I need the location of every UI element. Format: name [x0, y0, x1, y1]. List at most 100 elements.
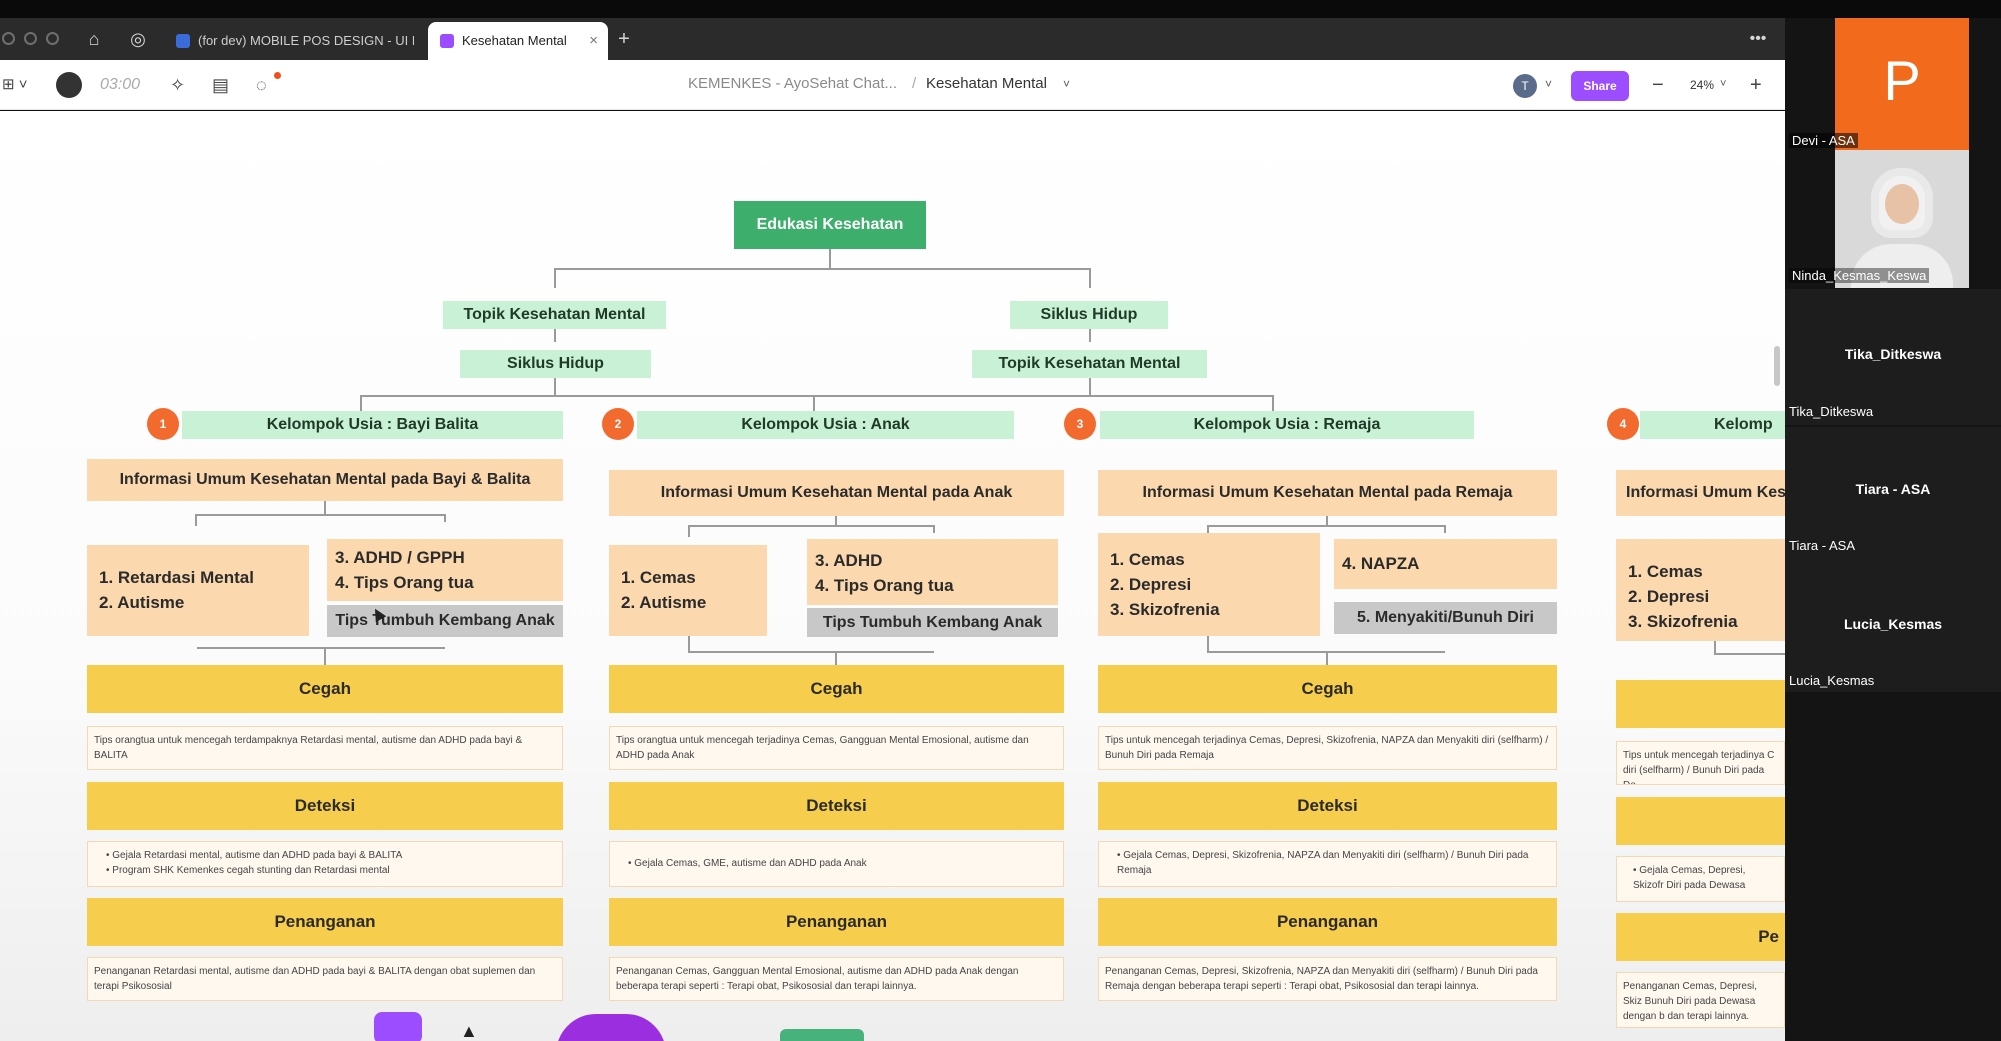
home-icon[interactable]: ⌂	[80, 26, 108, 52]
connector	[688, 651, 934, 653]
share-button[interactable]: Share	[1571, 71, 1629, 101]
cegah-note[interactable]: Tips orangtua untuk mencegah terdampakny…	[87, 726, 563, 770]
timer-icon[interactable]	[56, 72, 82, 98]
connector	[1444, 525, 1446, 533]
tab-label: Kesehatan Mental	[462, 33, 567, 48]
info-box[interactable]: Informasi Umum Kesehatan Mental pada Rem…	[1098, 470, 1557, 516]
deteksi-box[interactable]: Deteksi	[1098, 782, 1557, 830]
breadcrumb-page[interactable]: Kesehatan Mental	[926, 75, 1047, 92]
connector	[554, 268, 1090, 270]
canvas-scrollbar[interactable]	[1774, 346, 1780, 386]
list-item: 4. Tips Orang tua	[815, 576, 954, 595]
deteksi-note[interactable]: • Gejala Cemas, Depresi, Skizofrenia, NA…	[1098, 841, 1557, 887]
list-item: 3. Skizofrenia	[1628, 612, 1738, 631]
age-group-header[interactable]: Kelompok Usia : Anak	[637, 411, 1014, 439]
tips-box[interactable]: Tips Tumbuh Kembang Anak	[807, 608, 1058, 637]
tab-kesehatan-mental[interactable]: Kesehatan Mental ×	[428, 22, 608, 60]
avatar[interactable]: T	[1513, 74, 1537, 98]
info-box[interactable]: Informasi Umum Kes	[1616, 470, 1785, 516]
connector	[835, 651, 837, 665]
shape-tool[interactable]	[556, 1014, 666, 1041]
penanganan-box[interactable]: Pe	[1616, 913, 1785, 961]
cegah-box[interactable]: Cegah	[87, 665, 563, 713]
root-node[interactable]: Edukasi Kesehatan	[734, 201, 926, 249]
connector	[688, 525, 934, 527]
age-group-header[interactable]: Kelomp	[1640, 411, 1785, 439]
bullet-item: • Gejala Retardasi mental, autisme dan A…	[106, 850, 403, 861]
tips-box[interactable]: Tips Tumbuh Kembang Anak	[327, 605, 563, 637]
deteksi-box[interactable]: Deteksi	[87, 782, 563, 830]
participant-avatar[interactable]: P	[1835, 18, 1969, 150]
globe-icon[interactable]: ◎	[124, 26, 152, 52]
connector	[1326, 651, 1328, 665]
window-close-dot[interactable]	[2, 32, 15, 45]
step-badge: 2	[602, 408, 634, 440]
deteksi-box[interactable]	[1616, 797, 1785, 845]
zoom-out-icon[interactable]: −	[1652, 72, 1664, 98]
chevron-down-icon[interactable]: ˅	[1063, 77, 1070, 91]
penanganan-note[interactable]: Penanganan Cemas, Depresi, Skiz Bunuh Di…	[1616, 972, 1785, 1028]
comment-icon[interactable]: ◌	[256, 72, 267, 98]
new-tab-icon[interactable]: +	[610, 26, 638, 52]
penanganan-box[interactable]: Penanganan	[1098, 898, 1557, 946]
cegah-note[interactable]: Tips orangtua untuk mencegah terjadinya …	[609, 726, 1064, 770]
timer-value[interactable]: 03:00	[100, 72, 140, 98]
bullet-item: • Program SHK Kemenkes cegah stunting da…	[106, 865, 390, 876]
deteksi-note[interactable]: • Gejala Retardasi mental, autisme dan A…	[87, 841, 563, 887]
cegah-box[interactable]	[1616, 680, 1785, 728]
zoom-in-icon[interactable]: +	[1750, 72, 1762, 98]
step-badge: 3	[1064, 408, 1096, 440]
cegah-box[interactable]: Cegah	[1098, 665, 1557, 713]
more-icon[interactable]: •••	[1744, 26, 1772, 52]
sticky-tool[interactable]	[780, 1029, 864, 1041]
window-minimize-dot[interactable]	[24, 32, 37, 45]
left-branch-topic[interactable]: Topik Kesehatan Mental	[443, 301, 666, 329]
list-item: 3. Skizofrenia	[1110, 600, 1220, 619]
age-group-header[interactable]: Kelompok Usia : Bayi Balita	[182, 411, 563, 439]
age-group-header[interactable]: Kelompok Usia : Remaja	[1100, 411, 1474, 439]
zoom-level[interactable]: 24%	[1690, 78, 1714, 92]
deteksi-note[interactable]: • Gejala Cemas, Depresi, Skizofr Diri pa…	[1616, 856, 1785, 902]
topic-list-box[interactable]: 1. Retardasi Mental 2. Autisme	[87, 545, 309, 636]
breadcrumb-project[interactable]: KEMENKES - AyoSehat Chat...	[688, 75, 897, 92]
right-branch-topic[interactable]: Topik Kesehatan Mental	[972, 350, 1207, 378]
cegah-box[interactable]: Cegah	[609, 665, 1064, 713]
figjam-canvas[interactable]: Edukasi Kesehatan Topik Kesehatan Mental…	[0, 111, 1785, 1041]
bottom-tool-button[interactable]	[374, 1012, 422, 1041]
main-menu-icon[interactable]: ⊞ ˅	[2, 72, 28, 98]
layout-icon[interactable]: ▤	[212, 72, 229, 98]
list-item: 1. Cemas	[1110, 550, 1185, 569]
tips-box[interactable]: 5. Menyakiti/Bunuh Diri	[1334, 602, 1557, 634]
cegah-note[interactable]: Tips untuk mencegah terjadinya C diri (s…	[1616, 741, 1785, 785]
deteksi-box[interactable]: Deteksi	[609, 782, 1064, 830]
notification-dot	[274, 72, 281, 79]
right-branch-lifecycle[interactable]: Siklus Hidup	[1010, 301, 1168, 329]
topic-list-box[interactable]: 4. NAPZA	[1334, 539, 1557, 589]
topic-list-box[interactable]: 1. Cemas 2. Autisme	[609, 545, 767, 636]
deteksi-note[interactable]: • Gejala Cemas, GME, autisme dan ADHD pa…	[609, 841, 1064, 887]
window-maximize-dot[interactable]	[46, 32, 59, 45]
pen-icon[interactable]: ▲	[460, 1021, 478, 1041]
close-icon[interactable]: ×	[589, 22, 598, 60]
chevron-down-icon[interactable]: ˅	[1545, 77, 1552, 91]
topic-list-box[interactable]: 1. Cemas 2. Depresi 3. Skizofrenia	[1616, 539, 1785, 641]
list-item: 3. ADHD / GPPH	[335, 548, 465, 567]
figjam-toolbar: ⊞ ˅ 03:00 ✧ ▤ ◌ KEMENKES - AyoSehat Chat…	[0, 60, 1785, 110]
info-box[interactable]: Informasi Umum Kesehatan Mental pada Bay…	[87, 459, 563, 501]
cegah-note[interactable]: Tips untuk mencegah terjadinya Cemas, De…	[1098, 726, 1557, 770]
penanganan-note[interactable]: Penanganan Cemas, Depresi, Skizofrenia, …	[1098, 957, 1557, 1001]
topic-list-box[interactable]: 1. Cemas 2. Depresi 3. Skizofrenia	[1098, 533, 1320, 636]
penanganan-note[interactable]: Penanganan Cemas, Gangguan Mental Emosio…	[609, 957, 1064, 1001]
left-branch-lifecycle[interactable]: Siklus Hidup	[460, 350, 651, 378]
info-box[interactable]: Informasi Umum Kesehatan Mental pada Ana…	[609, 470, 1064, 516]
ai-sparkle-icon[interactable]: ✧	[170, 72, 185, 98]
topic-list-box[interactable]: 3. ADHD / GPPH 4. Tips Orang tua	[327, 539, 563, 601]
penanganan-box[interactable]: Penanganan	[609, 898, 1064, 946]
chevron-down-icon[interactable]: ˅	[1720, 78, 1726, 90]
connector	[1089, 377, 1091, 395]
tab-mobile-pos[interactable]: (for dev) MOBILE POS DESIGN - UI LI	[164, 22, 414, 60]
topic-list-box[interactable]: 3. ADHD 4. Tips Orang tua	[807, 539, 1058, 605]
connector	[1207, 525, 1209, 533]
penanganan-note[interactable]: Penanganan Retardasi mental, autisme dan…	[87, 957, 563, 1001]
penanganan-box[interactable]: Penanganan	[87, 898, 563, 946]
